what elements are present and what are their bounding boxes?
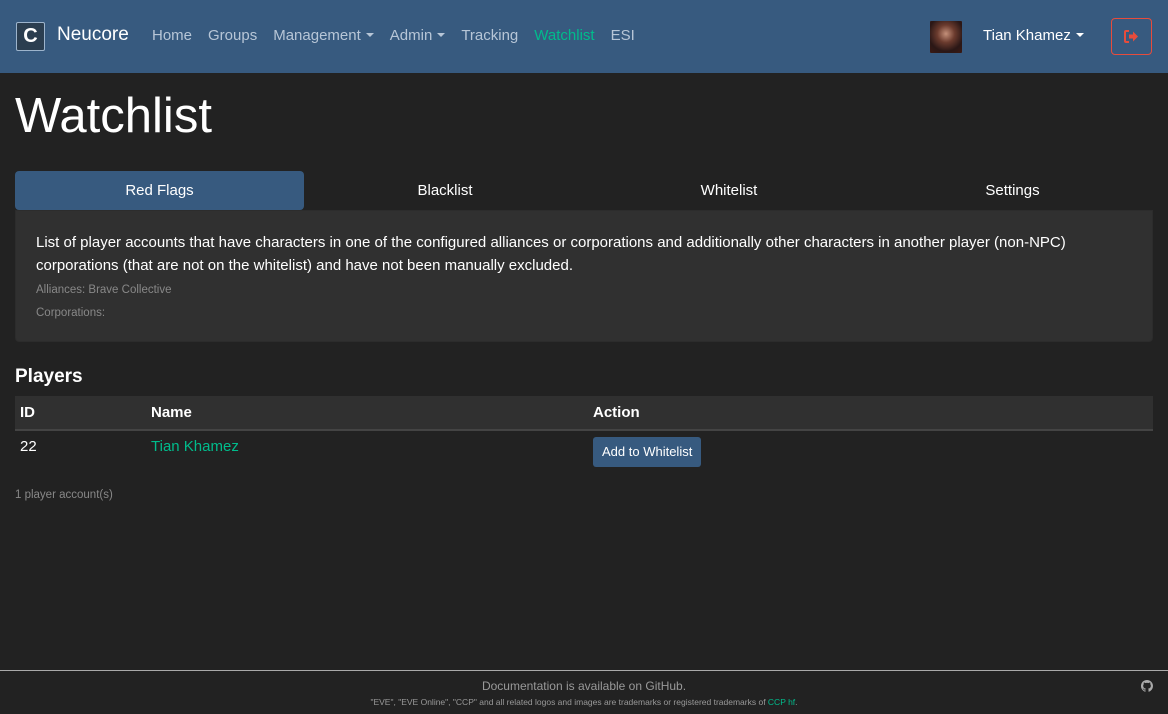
- player-action-cell: Add to Whitelist: [588, 430, 1153, 468]
- caret-down-icon: [1075, 33, 1084, 37]
- footer-documentation-link[interactable]: Documentation is available on GitHub.: [0, 679, 1168, 693]
- players-heading: Players: [15, 366, 83, 387]
- footer: Documentation is available on GitHub. "E…: [0, 670, 1168, 714]
- user-menu-dropdown[interactable]: Tian Khamez: [983, 27, 1084, 44]
- player-id: 22: [20, 438, 37, 455]
- tab-settings[interactable]: Settings: [872, 171, 1153, 210]
- column-header-name: Name: [146, 396, 588, 431]
- sign-out-icon: [1124, 30, 1138, 43]
- player-count: 1 player account(s): [15, 489, 113, 501]
- caret-down-icon: [437, 33, 446, 37]
- brand-name[interactable]: Neucore: [57, 24, 129, 46]
- info-description: List of player accounts that have charac…: [36, 234, 1066, 274]
- player-name-cell: Tian Khamez: [146, 430, 588, 468]
- column-header-action: Action: [588, 396, 1153, 431]
- nav-groups[interactable]: Groups: [208, 27, 257, 44]
- avatar: [930, 21, 962, 53]
- table-header-row: ID Name Action: [15, 396, 1153, 431]
- add-to-whitelist-button[interactable]: Add to Whitelist: [593, 436, 702, 467]
- nav-links: Home Groups Management Admin Tracking Wa…: [152, 27, 651, 44]
- nav-tracking[interactable]: Tracking: [461, 27, 518, 44]
- nav-esi[interactable]: ESI: [611, 27, 635, 44]
- table-row: 22 Tian Khamez Add to Whitelist: [15, 430, 1153, 468]
- column-header-id: ID: [15, 396, 146, 431]
- tab-blacklist[interactable]: Blacklist: [304, 171, 586, 210]
- alliances-text: Alliances: Brave Collective: [36, 284, 172, 296]
- nav-home[interactable]: Home: [152, 27, 192, 44]
- caret-down-icon: [365, 33, 374, 37]
- github-icon[interactable]: [1141, 680, 1153, 692]
- player-name-link[interactable]: Tian Khamez: [151, 438, 239, 455]
- tab-red-flags[interactable]: Red Flags: [15, 171, 304, 210]
- footer-trademark: "EVE", "EVE Online", "CCP" and all relat…: [370, 697, 798, 707]
- page-title: Watchlist: [15, 89, 212, 143]
- nav-watchlist[interactable]: Watchlist: [534, 27, 594, 44]
- ccp-link[interactable]: CCP hf: [768, 697, 795, 707]
- watchlist-tabs: Red Flags Blacklist Whitelist Settings: [15, 171, 1153, 210]
- corporations-text: Corporations:: [36, 307, 106, 319]
- nav-management-dropdown[interactable]: Management: [273, 27, 374, 44]
- nav-admin-dropdown[interactable]: Admin: [390, 27, 446, 44]
- players-table: ID Name Action 22 Tian Khamez Add to Whi…: [15, 396, 1153, 468]
- info-card: List of player accounts that have charac…: [15, 210, 1153, 342]
- tab-whitelist[interactable]: Whitelist: [586, 171, 872, 210]
- brand-logo[interactable]: C: [16, 22, 45, 51]
- logout-button[interactable]: [1111, 18, 1152, 55]
- player-id-cell: 22: [15, 430, 146, 468]
- top-navbar: C Neucore Home Groups Management Admin T…: [0, 0, 1168, 73]
